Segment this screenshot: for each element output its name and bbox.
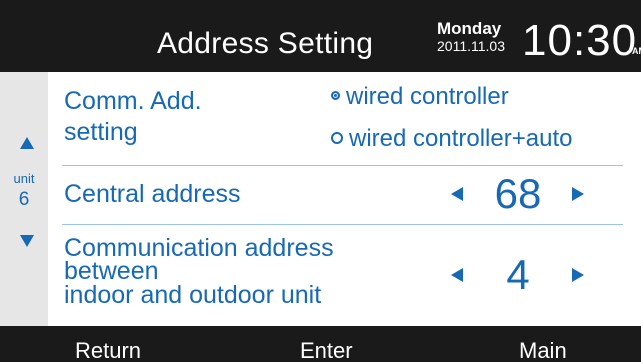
- radio-wired-controller[interactable]: wired controller: [331, 82, 509, 112]
- enter-button[interactable]: Enter: [300, 338, 353, 364]
- page-title: Address Setting: [157, 27, 374, 60]
- separator: [62, 165, 623, 166]
- unit-up-arrow-icon[interactable]: [20, 137, 34, 149]
- central-address-label: Central address: [64, 180, 241, 208]
- separator: [62, 224, 623, 225]
- unit-down-arrow-icon[interactable]: [20, 235, 34, 247]
- comm-decrease-arrow-icon[interactable]: [451, 268, 463, 282]
- am-pm-label: AM: [632, 46, 641, 56]
- central-increase-arrow-icon[interactable]: [572, 187, 584, 201]
- central-decrease-arrow-icon[interactable]: [451, 187, 463, 201]
- weekday-label: Monday: [437, 19, 502, 38]
- comm-address-label-line3: indoor and outdoor unit: [64, 281, 322, 309]
- radio-wired-controller-auto-label: wired controller+auto: [349, 125, 573, 152]
- central-address-value: 68: [494, 170, 542, 217]
- comm-add-label-line2: setting: [64, 118, 138, 146]
- comm-add-label-line1: Comm. Add.: [64, 87, 202, 115]
- unit-sidebar: unit 6: [0, 72, 48, 326]
- main-button[interactable]: Main: [519, 338, 567, 364]
- footer-bar: Return Enter Main: [0, 326, 641, 364]
- return-button[interactable]: Return: [75, 338, 141, 364]
- date-label: 2011.11.03: [437, 38, 505, 54]
- header-bar: Address Setting Monday 2011.11.03 10:30 …: [0, 0, 641, 72]
- radio-unselected-icon: [331, 131, 343, 144]
- radio-selected-icon: [331, 91, 340, 101]
- radio-wired-controller-auto[interactable]: wired controller+auto: [331, 124, 572, 154]
- unit-label: unit: [13, 171, 35, 186]
- comm-address-value: 4: [506, 251, 530, 298]
- unit-number: 6: [18, 189, 30, 210]
- comm-increase-arrow-icon[interactable]: [572, 268, 584, 282]
- settings-panel: Comm. Add. setting wired controller wire…: [48, 72, 641, 326]
- clock-time: 10:30: [522, 16, 638, 65]
- address-setting-screen: Address Setting Monday 2011.11.03 10:30 …: [0, 0, 641, 364]
- radio-wired-controller-label: wired controller: [346, 83, 509, 110]
